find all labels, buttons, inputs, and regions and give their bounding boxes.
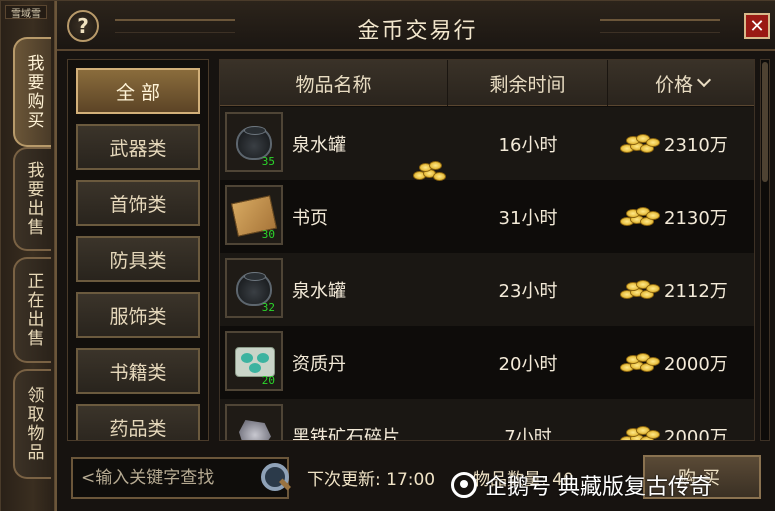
- title-bar: ? 金币交易行 ✕: [57, 1, 775, 51]
- item-price: 2112万: [618, 253, 754, 326]
- category-list: 全 部 武器类 首饰类 防具类 服饰类 书籍类 药品类: [67, 59, 209, 441]
- item-time-left: 20小时: [498, 353, 558, 375]
- item-quantity: 30: [261, 228, 275, 241]
- item-quantity: 35: [261, 155, 275, 168]
- gold-pile-icon: [413, 161, 447, 183]
- tab-sell-label: 我要出售: [23, 161, 44, 237]
- item-quantity: 32: [261, 301, 275, 314]
- scrollbar-thumb[interactable]: [762, 62, 768, 182]
- price-value: 2000万: [664, 426, 728, 441]
- gold-coins-icon: [618, 424, 662, 440]
- tab-on-sale-label: 正在出售: [23, 272, 44, 348]
- tab-sell[interactable]: 我要出售: [13, 147, 51, 251]
- price-value: 2130万: [664, 207, 728, 229]
- header-price-label: 价格: [654, 73, 693, 96]
- gold-coins-icon: [618, 278, 662, 302]
- item-price: 2310万: [618, 107, 754, 180]
- item-name: 泉水罐: [292, 134, 346, 156]
- watermark-text: 企鹅号 典藏版复古传奇: [485, 475, 712, 500]
- table-row[interactable]: 20 资质丹 20小时 2000万: [220, 326, 754, 399]
- jar-icon: 32: [225, 258, 283, 318]
- header-item-name: 物品名称: [220, 60, 448, 106]
- gold-coins-icon: [618, 132, 662, 156]
- tab-buy[interactable]: 我要购买: [13, 37, 51, 147]
- table-row[interactable]: 35 泉水罐 16小时 2310万: [220, 107, 754, 180]
- game-window: 雪域雪 我要购买 我要出售 正在出售 领取物品 ? 金币交易行 ✕ 全 部 武器…: [0, 0, 775, 511]
- tab-buy-label: 我要购买: [23, 54, 44, 130]
- tab-on-sale[interactable]: 正在出售: [13, 257, 51, 363]
- search-box: [71, 457, 289, 499]
- server-name-tag: 雪域雪: [5, 5, 47, 19]
- category-costume[interactable]: 服饰类: [76, 292, 200, 338]
- table-row[interactable]: 30 书页 31小时 2130万: [220, 180, 754, 253]
- magnifier-search-icon[interactable]: [257, 461, 293, 497]
- item-name: 书页: [292, 207, 328, 229]
- header-price[interactable]: 价格: [608, 60, 754, 106]
- category-weapons[interactable]: 武器类: [76, 124, 200, 170]
- table-row[interactable]: 黑铁矿石碎片 7小时 2000万: [220, 399, 754, 441]
- gold-coins-icon: [618, 205, 662, 229]
- item-time-left: 23小时: [498, 280, 558, 302]
- search-input[interactable]: [73, 468, 253, 488]
- close-button[interactable]: ✕: [744, 13, 770, 39]
- header-time-left: 剩余时间: [448, 60, 608, 106]
- table-header: 物品名称 剩余时间 价格: [220, 60, 754, 106]
- category-armor[interactable]: 防具类: [76, 236, 200, 282]
- scroll-page-icon: 30: [225, 185, 283, 245]
- chevron-down-icon: [696, 72, 712, 88]
- side-tab-strip: 雪域雪 我要购买 我要出售 正在出售 领取物品: [1, 1, 55, 511]
- item-name: 泉水罐: [292, 280, 346, 302]
- pill-box-icon: 20: [225, 331, 283, 391]
- price-value: 2112万: [664, 280, 728, 302]
- price-value: 2310万: [664, 134, 728, 156]
- trade-panel: ? 金币交易行 ✕ 全 部 武器类 首饰类 防具类 服饰类 书籍类 药品类 物品…: [55, 1, 775, 511]
- jar-icon: 35: [225, 112, 283, 172]
- item-time-left: 16小时: [498, 134, 558, 156]
- price-value: 2000万: [664, 353, 728, 375]
- item-quantity: 20: [261, 374, 275, 387]
- item-price: 2000万: [618, 326, 754, 399]
- tab-collect-label: 领取物品: [23, 386, 44, 462]
- item-price: 2000万: [618, 399, 754, 441]
- watermark-overlay: 企鹅号 典藏版复古传奇: [451, 467, 712, 503]
- category-potions[interactable]: 药品类: [76, 404, 200, 440]
- item-name: 黑铁矿石碎片: [292, 426, 400, 441]
- table-row[interactable]: 32 泉水罐 23小时 2112万: [220, 253, 754, 326]
- category-books[interactable]: 书籍类: [76, 348, 200, 394]
- next-update-time: 下次更新: 17:00: [307, 470, 436, 490]
- category-all[interactable]: 全 部: [76, 68, 200, 114]
- item-table: 物品名称 剩余时间 价格 35 泉水罐 16小时 2310万 30 书页 31小…: [219, 59, 755, 441]
- penguin-logo-icon: [451, 472, 477, 498]
- item-time-left: 7小时: [504, 426, 552, 441]
- table-scrollbar[interactable]: [760, 59, 770, 441]
- gold-coins-icon: [618, 351, 662, 375]
- category-jewelry[interactable]: 首饰类: [76, 180, 200, 226]
- item-time-left: 31小时: [498, 207, 558, 229]
- ore-fragment-icon: [225, 404, 283, 440]
- item-name: 资质丹: [292, 353, 346, 375]
- item-price: 2130万: [618, 180, 754, 253]
- title-ornament-right: [600, 19, 720, 33]
- tab-collect[interactable]: 领取物品: [13, 369, 51, 479]
